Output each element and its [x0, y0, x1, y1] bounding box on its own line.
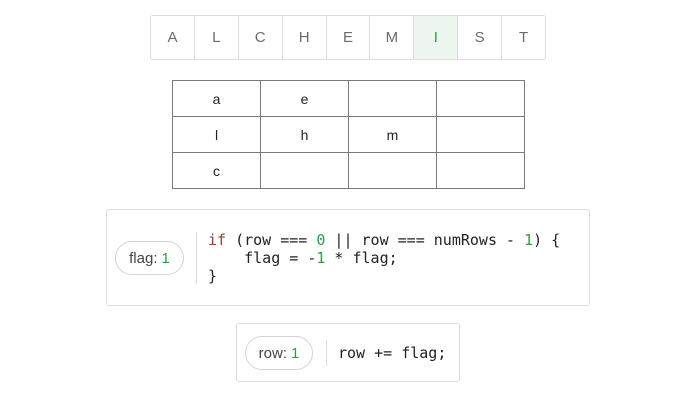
flag-variable-value: 1	[161, 249, 170, 267]
letter-cell: C	[237, 16, 282, 59]
grid-cell: l	[172, 116, 261, 153]
flag-update-block: flag: 1 if (row === 0 || row === numRows …	[106, 209, 590, 306]
letter-cell: L	[193, 16, 238, 59]
flag-code: if (row === 0 || row === numRows - 1) { …	[208, 231, 560, 285]
grid-cell	[436, 80, 525, 117]
row-variable-label: row:	[258, 344, 287, 362]
letter-cell: S	[457, 16, 501, 59]
code-token: row += flag;	[338, 344, 447, 362]
flag-variable-pill: flag: 1	[115, 241, 184, 275]
letter-cell: T	[501, 16, 545, 59]
letter-cell: A	[167, 29, 178, 46]
grid-row: ae	[172, 80, 525, 117]
grid-row: c	[172, 152, 525, 189]
flag-variable-label: flag:	[129, 249, 158, 267]
grid-cell	[348, 80, 437, 117]
code-token: (row ===	[226, 231, 317, 249]
code-line: }	[208, 267, 217, 285]
divider	[196, 232, 197, 284]
grid-cell: m	[348, 116, 437, 153]
letter-cell: E	[325, 16, 370, 59]
grid-cell: c	[172, 152, 261, 189]
row-variable-pill: row: 1	[245, 336, 313, 370]
code-number: 1	[524, 231, 534, 249]
code-token: ) {	[533, 231, 561, 249]
divider	[326, 340, 327, 366]
letter-cell: M	[369, 16, 413, 59]
code-line: row += flag;	[338, 344, 446, 362]
code-token: * flag;	[325, 249, 398, 267]
code-line: if (row === 0 || row === numRows - 1) {	[208, 231, 560, 249]
code-token: flag = -	[208, 249, 317, 267]
letter-cell-active: I	[413, 16, 458, 59]
row-code: row += flag;	[338, 344, 446, 362]
row-variable-value: 1	[291, 344, 300, 362]
letter-cell: H	[281, 16, 326, 59]
code-keyword: if	[208, 231, 227, 249]
grid-cell: h	[260, 116, 349, 153]
row-update-block: row: 1 row += flag;	[236, 323, 460, 382]
grid-cell	[348, 152, 437, 189]
letters-strip: ALCHEMIST	[150, 15, 546, 60]
grid-cell	[436, 116, 525, 153]
zigzag-grid: aelhmc	[172, 80, 525, 189]
grid-row: lhm	[172, 116, 525, 153]
code-token: || row === numRows -	[325, 231, 525, 249]
grid-cell	[436, 152, 525, 189]
code-line: flag = -1 * flag;	[208, 249, 398, 267]
code-token: }	[208, 267, 218, 285]
grid-cell	[260, 152, 349, 189]
grid-cell: e	[260, 80, 349, 117]
grid-cell: a	[172, 80, 261, 117]
